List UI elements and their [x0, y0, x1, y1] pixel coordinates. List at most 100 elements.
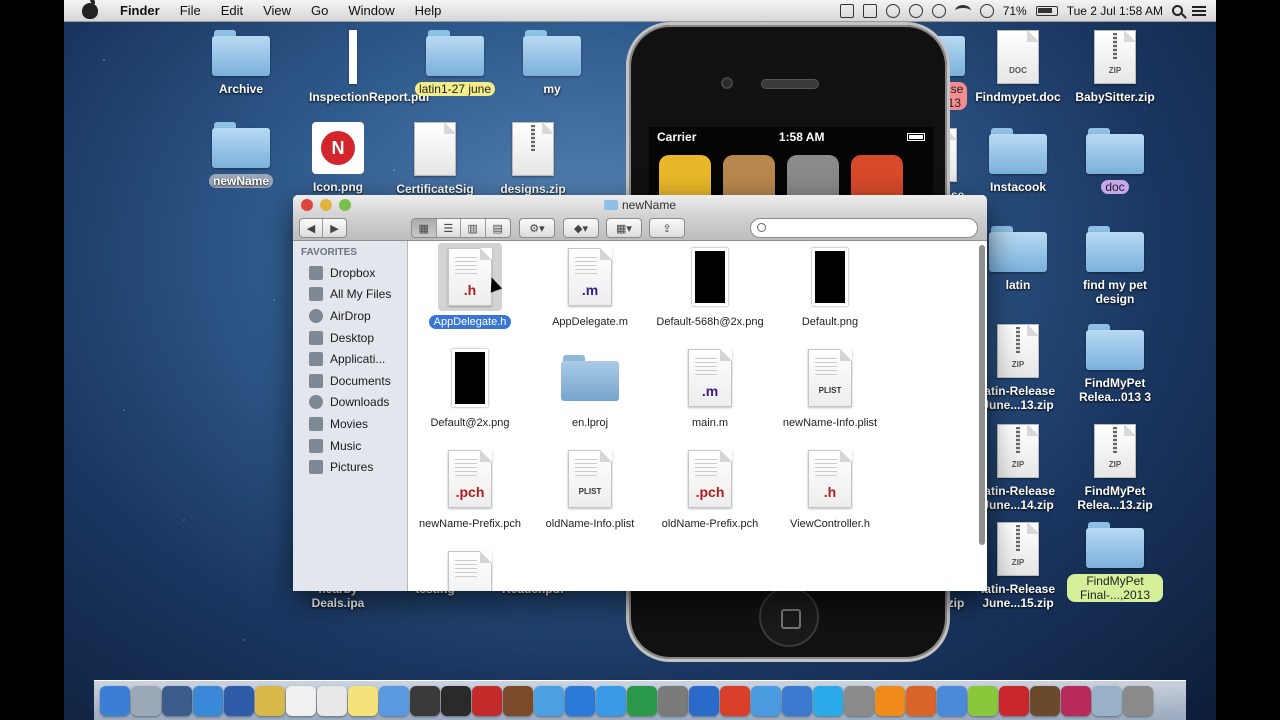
dock-app-icon[interactable] — [162, 685, 192, 716]
dock-app-icon[interactable] — [565, 685, 595, 716]
clock[interactable]: Tue 2 Jul 1:58 AM — [1067, 4, 1163, 18]
volume-icon[interactable] — [979, 3, 994, 18]
dock-app-icon[interactable] — [379, 685, 409, 716]
desktop-icon[interactable]: FindMyPet Relea...013 3 — [1067, 324, 1163, 406]
file-item[interactable]: .pch oldName-Prefix.pch — [650, 445, 770, 531]
sidebar-item[interactable]: Documents — [293, 370, 407, 392]
accessibility-icon[interactable] — [908, 3, 923, 18]
zoom-button[interactable] — [339, 199, 351, 211]
file-item[interactable]: Default.png — [770, 243, 890, 329]
desktop-icon[interactable]: Instacook — [970, 128, 1066, 196]
icon-view-button[interactable]: ▦ — [412, 219, 437, 237]
sidebar-item[interactable]: Pictures — [293, 456, 407, 478]
file-item[interactable]: .m main.m — [650, 344, 770, 430]
dock-app-icon[interactable] — [100, 685, 130, 716]
desktop-icon[interactable]: Archive — [193, 30, 289, 98]
sidebar-item[interactable]: Music — [293, 435, 407, 457]
coverflow-view-button[interactable]: ▤ — [486, 219, 510, 237]
home-button[interactable] — [759, 587, 819, 647]
desktop-icon[interactable]: InspectionReport.pdf — [305, 30, 430, 106]
dropbox-menu-icon[interactable] — [839, 3, 854, 18]
dock-app-icon[interactable] — [1123, 685, 1153, 716]
wifi-icon[interactable] — [954, 4, 971, 17]
file-item[interactable]: .m AppDelegate.m — [530, 243, 650, 329]
desktop-icon[interactable]: ZIP BabySitter.zip — [1067, 30, 1163, 106]
time-machine-icon[interactable] — [885, 3, 900, 18]
sidebar-item[interactable]: Downloads — [293, 392, 407, 414]
desktop-icon[interactable]: doc — [1067, 128, 1163, 196]
dock-app-icon[interactable] — [844, 685, 874, 716]
desktop-icon[interactable]: newName — [193, 122, 289, 190]
desktop-icon[interactable]: ZIP FindMyPet Relea...13.zip — [1067, 424, 1163, 514]
dock-app-icon[interactable] — [472, 685, 502, 716]
back-button[interactable]: ◀ — [300, 219, 323, 237]
dock-app-icon[interactable] — [906, 685, 936, 716]
file-item[interactable]: PLIST newName-Info.plist — [770, 344, 890, 430]
dock-app-icon[interactable] — [751, 685, 781, 716]
file-item[interactable]: en.lproj — [530, 344, 650, 430]
action-menu-button[interactable]: ⚙▾ — [519, 218, 555, 238]
desktop-icon[interactable]: find my pet design — [1067, 226, 1163, 308]
dock-app-icon[interactable] — [348, 685, 378, 716]
finder-titlebar[interactable]: newName — [293, 195, 987, 215]
dock-app-icon[interactable] — [937, 685, 967, 716]
dock-app-icon[interactable] — [193, 685, 223, 716]
dock-app-icon[interactable] — [503, 685, 533, 716]
menu-window[interactable]: Window — [338, 3, 404, 18]
vertical-scrollbar[interactable] — [979, 245, 985, 545]
dock-app-icon[interactable] — [875, 685, 905, 716]
messages-icon[interactable] — [931, 3, 946, 18]
list-view-button[interactable]: ☰ — [437, 219, 461, 237]
sidebar-item[interactable]: All My Files — [293, 284, 407, 306]
notification-center-icon[interactable] — [1192, 5, 1206, 16]
dock-app-icon[interactable] — [627, 685, 657, 716]
desktop-icon[interactable]: CertificateSig — [387, 122, 483, 198]
share-button[interactable]: ⇪ — [649, 218, 685, 238]
column-view-button[interactable]: ▥ — [461, 219, 486, 237]
dock-app-icon[interactable] — [999, 685, 1029, 716]
desktop-icon[interactable]: latin1-27 june — [407, 30, 503, 98]
dock-app-icon[interactable] — [813, 685, 843, 716]
file-item[interactable]: .pch newName-Prefix.pch — [410, 445, 530, 531]
menu-finder[interactable]: Finder — [110, 3, 170, 18]
dock-app-icon[interactable] — [689, 685, 719, 716]
dock-app-icon[interactable] — [255, 685, 285, 716]
sidebar-item[interactable]: Movies — [293, 413, 407, 435]
dock-app-icon[interactable] — [410, 685, 440, 716]
dock-app-icon[interactable] — [1061, 685, 1091, 716]
menu-help[interactable]: Help — [405, 3, 452, 18]
file-item[interactable]: Default@2x.png — [410, 344, 530, 430]
dock-app-icon[interactable] — [286, 685, 316, 716]
menu-go[interactable]: Go — [301, 3, 338, 18]
desktop-icon[interactable]: designs.zip — [485, 122, 581, 198]
dock-app-icon[interactable] — [782, 685, 812, 716]
stack-menu-icon[interactable] — [862, 3, 877, 18]
sidebar-item[interactable]: Desktop — [293, 327, 407, 349]
forward-button[interactable]: ▶ — [323, 219, 346, 237]
desktop-icon[interactable]: N Icon.png — [290, 122, 386, 196]
desktop-icon[interactable]: DOC Findmypet.doc — [970, 30, 1066, 106]
sidebar-item[interactable]: Dropbox — [293, 262, 407, 284]
dock-app-icon[interactable] — [1092, 685, 1122, 716]
file-item[interactable]: Default-568h@2x.png — [650, 243, 770, 329]
dock-app-icon[interactable] — [968, 685, 998, 716]
menu-view[interactable]: View — [253, 3, 301, 18]
dock-app-icon[interactable] — [441, 685, 471, 716]
sidebar-item[interactable]: AirDrop — [293, 305, 407, 327]
minimize-button[interactable] — [320, 199, 332, 211]
dock-app-icon[interactable] — [1030, 685, 1060, 716]
sidebar-item[interactable]: Applicati... — [293, 348, 407, 370]
file-item[interactable]: .h AppDelegate.h — [410, 243, 530, 329]
menu-edit[interactable]: Edit — [211, 3, 253, 18]
battery-percent[interactable]: 71% — [1003, 4, 1027, 18]
arrange-menu-button[interactable]: ▦▾ — [606, 218, 642, 238]
battery-icon[interactable] — [1035, 5, 1058, 16]
dock-app-icon[interactable] — [317, 685, 347, 716]
spotlight-icon[interactable] — [1172, 5, 1183, 16]
dropbox-menu-button[interactable]: ◆▾ — [563, 218, 599, 238]
file-item[interactable] — [410, 546, 530, 591]
search-field[interactable] — [750, 218, 978, 238]
search-input[interactable] — [771, 221, 967, 235]
apple-menu-icon[interactable] — [82, 0, 98, 19]
dock-app-icon[interactable] — [534, 685, 564, 716]
